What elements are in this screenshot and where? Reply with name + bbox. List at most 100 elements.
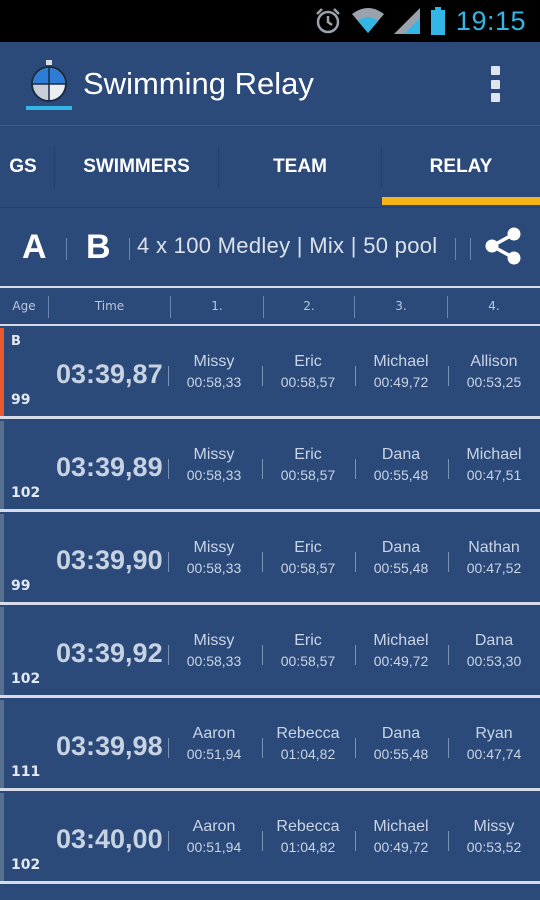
leg-time: 00:58,57 bbox=[280, 374, 336, 390]
row-total-time: 03:39,89 bbox=[56, 452, 163, 482]
row-edge bbox=[0, 793, 4, 881]
column-headers: Age Time 1. 2. 3. 4. bbox=[0, 286, 540, 326]
signal-icon bbox=[393, 8, 420, 34]
battery-icon bbox=[430, 7, 446, 35]
leg-swimmer: Eric bbox=[294, 446, 322, 463]
leg-time: 00:58,33 bbox=[186, 467, 242, 483]
leg-4: Allison 00:53,25 bbox=[449, 352, 539, 392]
relay-row[interactable]: 102 03:39,89 Missy 00:58,33 Eric 00:58,57 … bbox=[0, 421, 540, 512]
column-header-leg-3[interactable]: 3. bbox=[355, 288, 447, 324]
leg-swimmer: Dana bbox=[381, 725, 421, 742]
tab-relay[interactable]: RELAY bbox=[382, 126, 540, 208]
leg-time: 00:55,48 bbox=[373, 746, 429, 762]
leg-swimmer: Eric bbox=[294, 353, 322, 370]
leg-time: 00:58,57 bbox=[280, 653, 336, 669]
row-total-time: 03:39,92 bbox=[56, 638, 163, 668]
leg-swimmer: Eric bbox=[294, 539, 322, 556]
column-header-leg-4[interactable]: 4. bbox=[448, 288, 540, 324]
leg-3: Dana 00:55,48 bbox=[356, 724, 446, 764]
logo-underline bbox=[26, 106, 72, 110]
row-selection-edge bbox=[0, 328, 4, 416]
leg-time: 00:55,48 bbox=[373, 467, 429, 483]
overflow-menu-icon[interactable] bbox=[488, 66, 502, 102]
leg-1: Aaron 00:51,94 bbox=[169, 817, 259, 857]
leg-1: Missy 00:58,33 bbox=[169, 538, 259, 578]
leg-2: Rebecca 01:04,82 bbox=[263, 724, 353, 764]
leg-swimmer: Michael bbox=[373, 632, 429, 649]
relay-row[interactable]: 102 03:40,00 Aaron 00:51,94 Rebecca 01:04,… bbox=[0, 793, 540, 884]
relay-row[interactable]: B 99 03:39,87 Missy 00:58,33 Eric 00:58,57… bbox=[0, 328, 540, 419]
tab-label: TEAM bbox=[273, 156, 327, 177]
leg-3: Michael 00:49,72 bbox=[356, 631, 446, 671]
status-bar: 19:15 bbox=[0, 0, 540, 42]
leg-3: Michael 00:49,72 bbox=[356, 352, 446, 392]
app-title: Swimming Relay bbox=[83, 66, 314, 101]
relay-header: A B 4 x 100 Medley | Mix | 50 pool bbox=[0, 208, 540, 286]
tab-settings[interactable]: GS bbox=[0, 126, 52, 208]
row-team-tag: B bbox=[11, 334, 21, 349]
leg-4: Michael 00:47,51 bbox=[449, 445, 539, 485]
header-divider bbox=[66, 238, 67, 260]
column-header-leg-2[interactable]: 2. bbox=[264, 288, 354, 324]
leg-swimmer: Missy bbox=[473, 818, 515, 835]
leg-swimmer: Dana bbox=[381, 539, 421, 556]
column-header-leg-1[interactable]: 1. bbox=[171, 288, 263, 324]
row-age: 99 bbox=[11, 392, 31, 408]
leg-time: 00:47,52 bbox=[466, 560, 522, 576]
leg-swimmer: Rebecca bbox=[276, 725, 340, 742]
row-edge bbox=[0, 700, 4, 788]
stopwatch-logo-icon bbox=[31, 60, 67, 102]
relay-row[interactable]: 99 03:39,90 Missy 00:58,33 Eric 00:58,57 D… bbox=[0, 514, 540, 605]
team-a-button[interactable]: A bbox=[22, 228, 47, 267]
leg-time: 00:58,33 bbox=[186, 653, 242, 669]
leg-time: 00:49,72 bbox=[373, 374, 429, 390]
leg-swimmer: Michael bbox=[373, 353, 429, 370]
tab-swimmers[interactable]: SWIMMERS bbox=[55, 126, 218, 208]
header-divider bbox=[129, 238, 130, 260]
leg-swimmer: Allison bbox=[470, 353, 518, 370]
tab-team[interactable]: TEAM bbox=[219, 126, 381, 208]
leg-swimmer: Ryan bbox=[475, 725, 513, 742]
row-total-time: 03:40,00 bbox=[56, 824, 163, 854]
leg-time: 01:04,82 bbox=[280, 746, 336, 762]
leg-time: 00:53,25 bbox=[466, 374, 522, 390]
tab-label: RELAY bbox=[429, 156, 493, 177]
leg-3: Dana 00:55,48 bbox=[356, 538, 446, 578]
leg-time: 01:04,82 bbox=[280, 839, 336, 855]
leg-1: Missy 00:58,33 bbox=[169, 352, 259, 392]
leg-4: Nathan 00:47,52 bbox=[449, 538, 539, 578]
row-age: 99 bbox=[11, 578, 31, 594]
leg-swimmer: Aaron bbox=[192, 725, 236, 742]
leg-swimmer: Aaron bbox=[192, 818, 236, 835]
leg-3: Michael 00:49,72 bbox=[356, 817, 446, 857]
app-logo-button[interactable] bbox=[26, 60, 72, 110]
wifi-icon bbox=[351, 8, 384, 34]
leg-swimmer: Rebecca bbox=[276, 818, 340, 835]
leg-swimmer: Dana bbox=[474, 632, 514, 649]
row-total-time: 03:39,90 bbox=[56, 545, 163, 575]
row-age: 111 bbox=[11, 764, 41, 780]
column-header-age[interactable]: Age bbox=[2, 288, 46, 324]
relay-description[interactable]: 4 x 100 Medley | Mix | 50 pool bbox=[137, 233, 437, 259]
leg-time: 00:58,57 bbox=[280, 560, 336, 576]
leg-time: 00:49,72 bbox=[373, 653, 429, 669]
leg-swimmer: Missy bbox=[193, 539, 235, 556]
leg-swimmer: Nathan bbox=[468, 539, 520, 556]
column-header-time[interactable]: Time bbox=[49, 288, 170, 324]
row-age: 102 bbox=[11, 857, 41, 873]
leg-time: 00:47,74 bbox=[466, 746, 522, 762]
leg-4: Missy 00:53,52 bbox=[449, 817, 539, 857]
selected-tab-indicator bbox=[382, 197, 540, 205]
share-icon[interactable] bbox=[483, 226, 523, 270]
tab-bar: GS SWIMMERS TEAM RELAY bbox=[0, 126, 540, 208]
leg-time: 00:49,72 bbox=[373, 839, 429, 855]
relay-row[interactable]: 111 03:39,98 Aaron 00:51,94 Rebecca 01:04,… bbox=[0, 700, 540, 791]
team-b-button[interactable]: B bbox=[86, 228, 111, 267]
leg-time: 00:58,33 bbox=[186, 374, 242, 390]
row-total-time: 03:39,87 bbox=[56, 359, 163, 389]
relay-row[interactable]: 102 03:39,92 Missy 00:58,33 Eric 00:58,57 … bbox=[0, 607, 540, 698]
row-age: 102 bbox=[11, 485, 41, 501]
leg-swimmer: Dana bbox=[381, 446, 421, 463]
leg-3: Dana 00:55,48 bbox=[356, 445, 446, 485]
leg-swimmer: Missy bbox=[193, 446, 235, 463]
